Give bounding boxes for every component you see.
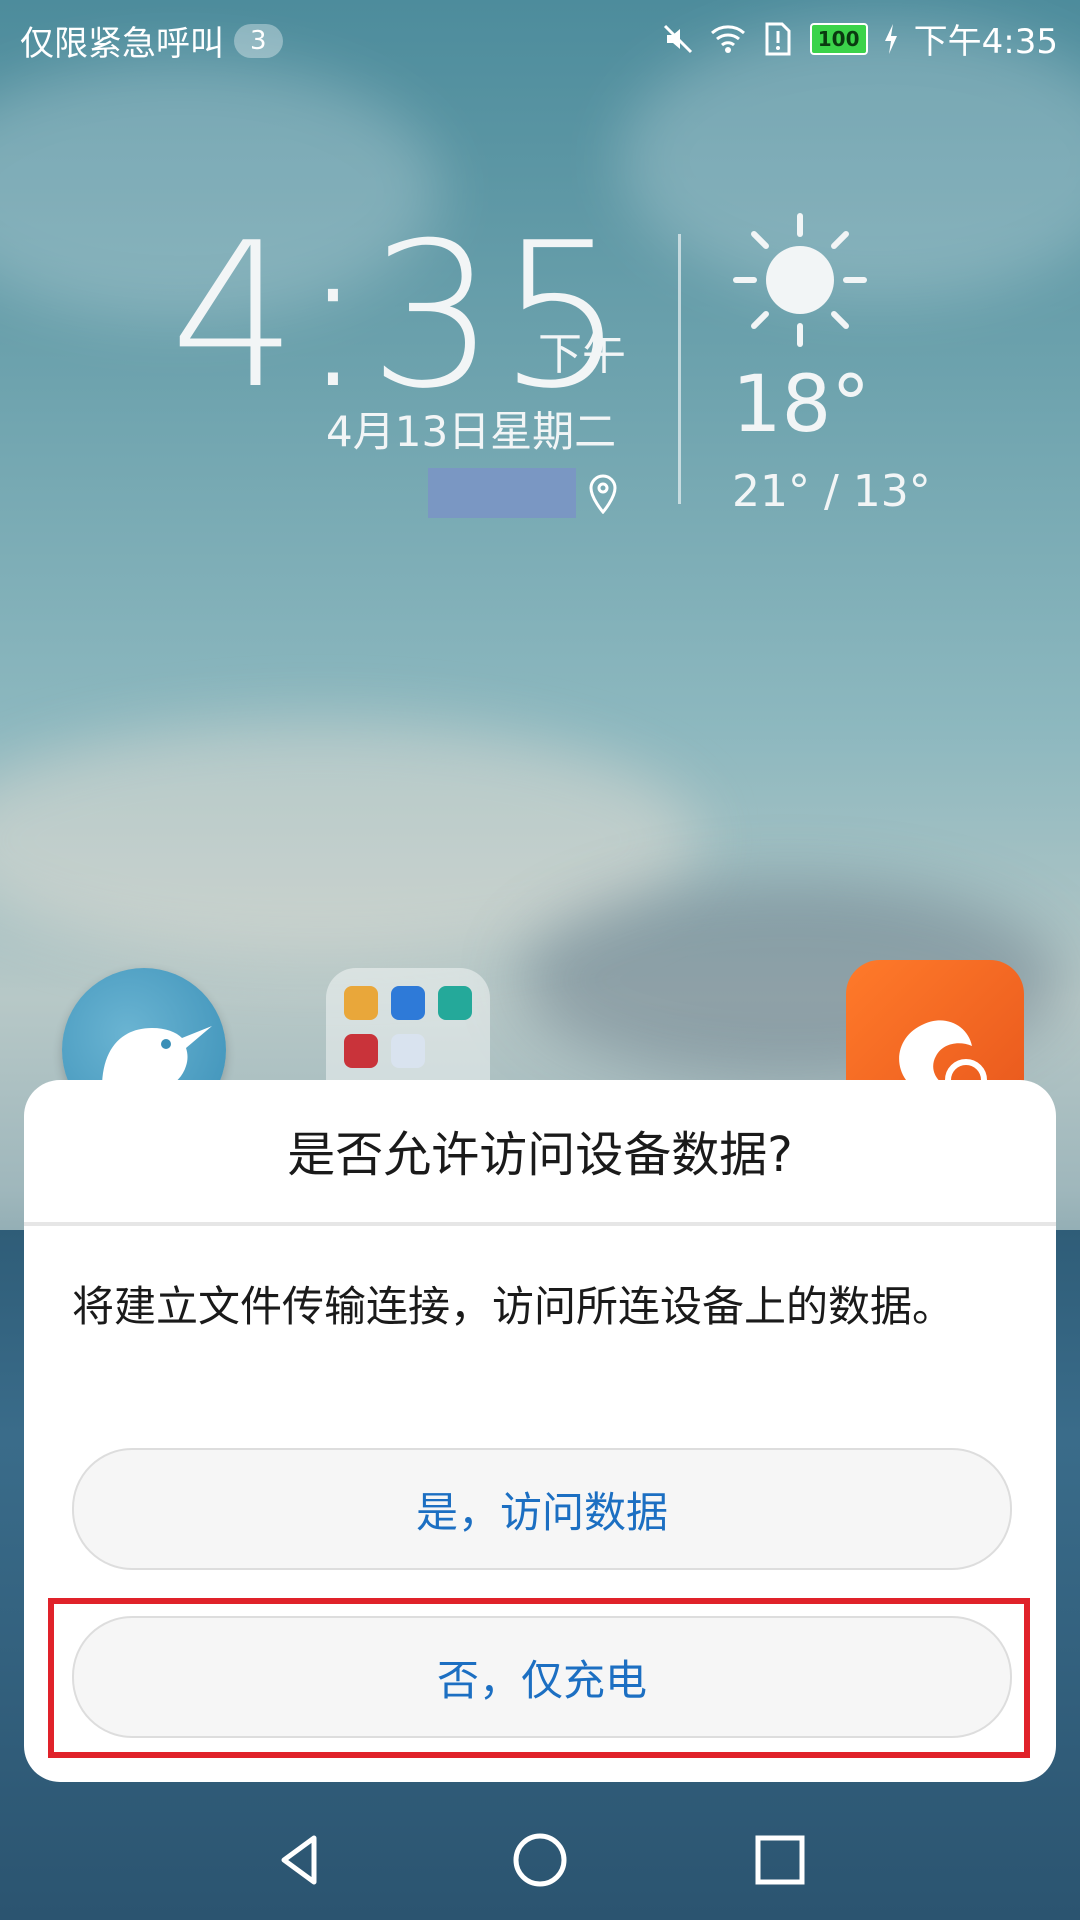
home-icon[interactable] bbox=[510, 1830, 570, 1890]
sun-icon[interactable] bbox=[732, 212, 868, 348]
folder-app-huawei-icon bbox=[344, 1034, 378, 1068]
folder-app-health-icon bbox=[391, 986, 425, 1020]
allow-access-button[interactable]: 是，访问数据 bbox=[72, 1448, 1012, 1570]
dialog-divider bbox=[24, 1222, 1056, 1226]
battery-icon: 100 bbox=[809, 22, 868, 55]
status-time: 下午4:35 bbox=[913, 22, 1058, 62]
clock-ampm: 下午 bbox=[538, 329, 626, 380]
status-bar: 仅限紧急呼叫 3 100 下午4:35 bbox=[0, 0, 1080, 76]
home-screen: 仅限紧急呼叫 3 100 下午4:35 4:35 下午 4月13日星期二 18°… bbox=[0, 0, 1080, 1920]
recents-icon[interactable] bbox=[750, 1830, 810, 1890]
navigation-bar bbox=[0, 1800, 1080, 1920]
folder-app-gallery-icon bbox=[391, 1034, 425, 1068]
location-redacted bbox=[428, 468, 576, 518]
weather-temperature: 18° bbox=[732, 360, 871, 450]
back-icon[interactable] bbox=[270, 1830, 330, 1890]
folder-app-wallet-icon bbox=[344, 986, 378, 1020]
charging-icon bbox=[882, 21, 900, 57]
dialog-title: 是否允许访问设备数据? bbox=[287, 1127, 793, 1183]
dialog-message: 将建立文件传输连接，访问所连设备上的数据。 bbox=[72, 1282, 955, 1331]
notification-count-badge: 3 bbox=[234, 23, 283, 58]
wifi-icon bbox=[710, 21, 746, 57]
mute-icon bbox=[660, 21, 696, 57]
location-pin-icon bbox=[586, 474, 620, 515]
sim-alert-icon bbox=[760, 21, 796, 57]
clock-date[interactable]: 4月13日星期二 bbox=[326, 398, 616, 459]
highlight-box bbox=[48, 1598, 1030, 1758]
weather-range: 21° / 13° bbox=[732, 466, 931, 517]
folder-app-browser-icon bbox=[438, 986, 472, 1020]
carrier-text: 仅限紧急呼叫 bbox=[20, 24, 224, 64]
widget-divider bbox=[678, 234, 681, 504]
